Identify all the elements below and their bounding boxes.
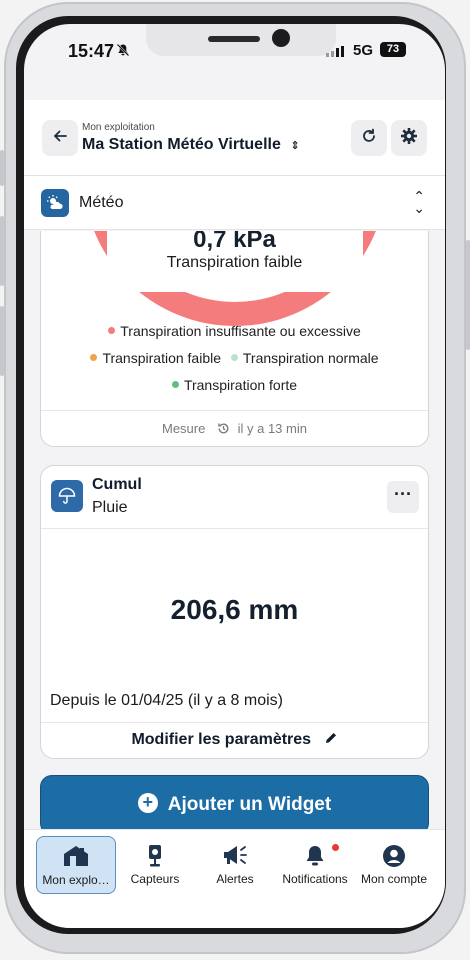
category-selector[interactable]: Météo ⌃ ⌄ xyxy=(24,176,445,230)
signal-icon xyxy=(326,46,344,57)
tab-label: Alertes xyxy=(216,872,254,886)
umbrella-icon xyxy=(51,480,83,512)
legend-row-2: Transpiration faible Transpiration norma… xyxy=(41,350,428,366)
status-time: 15:47 xyxy=(68,41,115,61)
phone-volume-up xyxy=(0,216,4,286)
account-icon xyxy=(354,844,434,868)
transpiration-status: Transpiration faible xyxy=(166,254,303,271)
legend-item: Transpiration forte xyxy=(171,377,298,393)
transpiration-value: 0,7 kPa xyxy=(193,231,276,253)
tab-mon-compte[interactable]: Mon compte xyxy=(354,836,434,894)
network-type: 5G xyxy=(353,42,374,59)
arrow-left-icon xyxy=(52,128,68,149)
front-camera xyxy=(272,29,290,47)
phone-volume-down xyxy=(0,306,4,376)
app-header: Mon exploitation Ma Station Météo Virtue… xyxy=(24,100,445,176)
measure-label: Mesure xyxy=(162,421,206,436)
weather-icon xyxy=(41,189,69,217)
legend-item: Transpiration insuffisante ou excessive xyxy=(108,323,361,339)
bell-off-icon xyxy=(116,43,130,60)
rain-total-value: 206,6 mm xyxy=(170,594,299,625)
tab-label: Mon explo… xyxy=(42,873,110,887)
widget-title: Cumul xyxy=(92,476,142,493)
legend-dot-lightgreen xyxy=(230,354,238,361)
farm-switcher[interactable]: Ma Station Météo Virtuelle ⇕ xyxy=(82,136,300,154)
transpiration-widget: 0,7 kPa Transpiration faible Transpirati… xyxy=(40,231,429,447)
home-icon xyxy=(37,845,115,869)
more-options-button[interactable]: ··· xyxy=(387,481,419,513)
tab-mon-exploitation[interactable]: Mon explo… xyxy=(36,836,116,894)
chevron-updown-icon: ⇕ xyxy=(290,140,300,152)
bell-icon xyxy=(275,844,355,868)
pencil-icon xyxy=(324,731,338,748)
tab-label: Capteurs xyxy=(130,872,180,886)
legend-label: Transpiration forte xyxy=(183,377,298,393)
edit-parameters-label: Modifier les paramètres xyxy=(131,731,312,748)
legend-dot-green xyxy=(171,381,179,388)
legend-label: Transpiration insuffisante ou excessive xyxy=(120,323,361,339)
category-label: Météo xyxy=(79,194,124,211)
tab-notifications[interactable]: Notifications xyxy=(275,836,355,894)
legend-row-3: Transpiration forte xyxy=(41,377,428,393)
since-date: Depuis le 01/04/25 (il y a 8 mois) xyxy=(50,692,283,709)
speaker-grille xyxy=(208,36,260,42)
tab-label: Notifications xyxy=(282,872,348,886)
widget-list[interactable]: 0,7 kPa Transpiration faible Transpirati… xyxy=(24,231,445,831)
status-bar: 15:47 5G 73 xyxy=(24,24,445,80)
sensor-icon xyxy=(115,844,195,868)
add-widget-label: Ajouter un Widget xyxy=(167,794,332,815)
legend-dot-orange xyxy=(90,354,98,361)
chevron-updown-icon: ⌃ ⌄ xyxy=(413,188,425,216)
tab-alertes[interactable]: Alertes xyxy=(195,836,275,894)
notification-badge xyxy=(332,844,339,851)
screen: 15:47 5G 73 Mon exploitation Ma Station … xyxy=(24,24,445,928)
tab-label: Mon compte xyxy=(360,872,428,886)
ellipsis-icon: ··· xyxy=(394,484,412,504)
tab-capteurs[interactable]: Capteurs xyxy=(115,836,195,894)
add-widget-button[interactable]: + Ajouter un Widget xyxy=(40,775,429,831)
battery-icon: 73 xyxy=(380,42,406,57)
header-subtitle: Mon exploitation xyxy=(82,122,155,133)
page-title: Ma Station Météo Virtuelle xyxy=(82,136,281,153)
measure-footer: Mesure il y a 13 min xyxy=(41,410,428,446)
phone-power-button xyxy=(466,240,470,350)
bottom-tab-bar: Mon explo… Capteurs Alertes Notification… xyxy=(24,829,445,928)
cumul-widget: Cumul Pluie ··· 206,6 mm Depuis le 01/04… xyxy=(40,465,429,759)
refresh-icon xyxy=(361,128,377,149)
plus-circle-icon: + xyxy=(137,793,158,813)
divider xyxy=(41,528,428,529)
legend-label: Transpiration faible xyxy=(102,350,221,366)
history-icon xyxy=(217,421,234,436)
legend-item: Transpiration faible xyxy=(90,350,221,366)
legend-dot-red xyxy=(108,327,116,334)
gear-icon xyxy=(400,127,418,150)
refresh-button[interactable] xyxy=(351,120,387,156)
measure-time: il y a 13 min xyxy=(237,421,307,436)
legend-label: Transpiration normale xyxy=(242,350,379,366)
back-button[interactable] xyxy=(42,120,78,156)
dynamic-island xyxy=(146,24,336,56)
megaphone-icon xyxy=(195,844,275,868)
phone-side-button xyxy=(0,150,4,186)
edit-parameters-button[interactable]: Modifier les paramètres xyxy=(41,722,428,758)
legend-row-1: Transpiration insuffisante ou excessive xyxy=(41,323,428,339)
legend-item: Transpiration normale xyxy=(230,350,379,366)
settings-button[interactable] xyxy=(391,120,427,156)
widget-subtitle: Pluie xyxy=(92,499,128,516)
